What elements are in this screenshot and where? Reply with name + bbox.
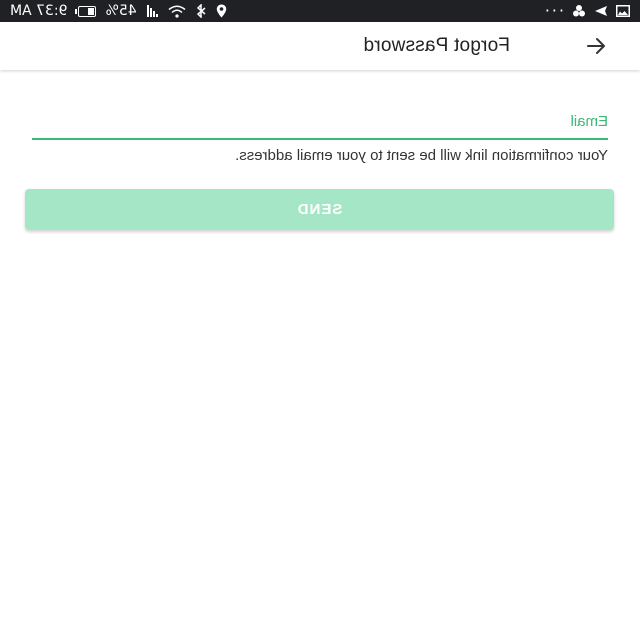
status-time: 9:37 AM [10, 3, 68, 19]
image-icon [616, 3, 630, 19]
pinwheel-icon [572, 3, 586, 19]
send-icon [594, 3, 608, 19]
app-bar: Forgot Password [0, 22, 640, 70]
forgot-password-screen: ··· 45% 9:37 AM Forgot Password Email Yo… [0, 0, 640, 640]
status-notification-icons: ··· [542, 1, 630, 20]
more-notifications-indicator: ··· [542, 1, 564, 20]
bluetooth-icon [196, 3, 206, 19]
helper-text: Your confirmation link will be sent to y… [235, 147, 608, 164]
back-button[interactable] [572, 22, 620, 70]
page-title: Forgot Password [363, 35, 510, 56]
email-field[interactable] [32, 108, 608, 140]
signal-icon [146, 5, 158, 17]
wifi-icon [168, 3, 186, 19]
battery-percent: 45% [105, 3, 137, 19]
location-icon [216, 3, 227, 19]
arrow-back-icon [587, 38, 605, 54]
battery-icon [77, 3, 96, 19]
send-button[interactable]: SEND [25, 189, 614, 230]
status-bar: ··· 45% 9:37 AM [0, 0, 640, 22]
status-system-icons: 45% 9:37 AM [10, 3, 227, 19]
